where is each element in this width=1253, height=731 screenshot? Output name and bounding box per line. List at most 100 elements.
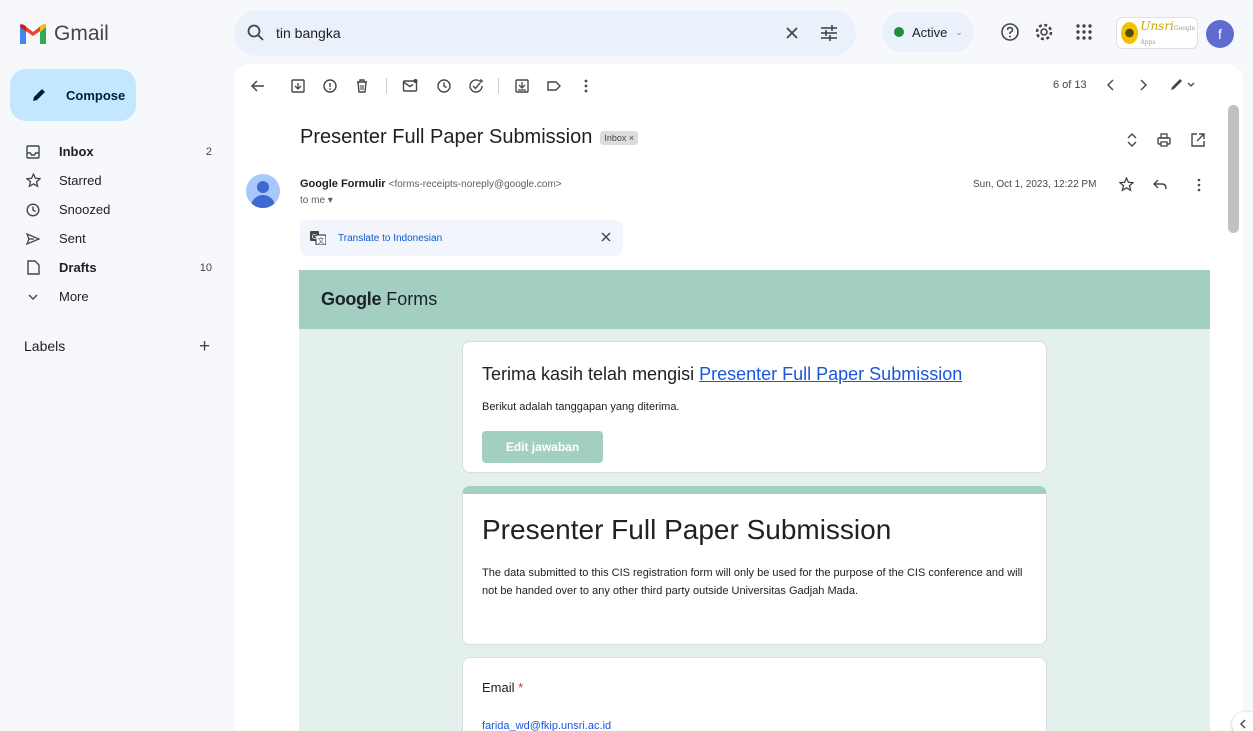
translate-bar: 文G Translate to Indonesian: [300, 220, 623, 256]
drafts-count: 10: [199, 261, 212, 274]
edit-response-button[interactable]: Edit jawaban: [482, 431, 603, 463]
svg-text:G: G: [312, 233, 317, 241]
translate-link[interactable]: Translate to Indonesian: [338, 233, 442, 244]
confirmation-card: Terima kasih telah mengisi Presenter Ful…: [462, 341, 1047, 473]
close-icon[interactable]: [782, 23, 802, 43]
sidebar-item-inbox[interactable]: Inbox 2: [0, 137, 234, 166]
compose-label: Compose: [66, 87, 126, 103]
search-options-icon[interactable]: [818, 22, 840, 44]
sidebar-item-starred[interactable]: Starred: [0, 166, 234, 195]
add-label-button[interactable]: +: [199, 336, 210, 358]
org-logo-text: Unsri: [1140, 19, 1174, 33]
organization-logo[interactable]: UnsriGoogle Apps: [1116, 17, 1198, 49]
sidebar-item-label: Snoozed: [59, 202, 111, 217]
more-vert-icon[interactable]: [578, 78, 594, 94]
sidebar-item-label: Starred: [59, 173, 102, 188]
sidebar-item-snoozed[interactable]: Snoozed: [0, 195, 234, 224]
expand-all-icon[interactable]: [1124, 132, 1140, 148]
print-icon[interactable]: [1156, 132, 1172, 148]
more-vert-icon[interactable]: [1192, 177, 1206, 193]
sender-name[interactable]: Google Formulir: [300, 178, 386, 190]
chevron-down-icon: [25, 289, 41, 305]
add-task-icon[interactable]: [468, 78, 484, 94]
close-icon[interactable]: [599, 230, 613, 244]
sidebar-item-drafts[interactable]: Drafts 10: [0, 253, 234, 282]
back-arrow-icon[interactable]: [250, 78, 266, 94]
gear-icon[interactable]: [1034, 22, 1054, 42]
toolbar-divider: [498, 78, 499, 94]
reply-icon[interactable]: [1152, 178, 1168, 192]
form-link[interactable]: Presenter Full Paper Submission: [699, 364, 962, 384]
apps-grid-icon[interactable]: [1074, 22, 1094, 42]
clock-icon: [25, 202, 41, 218]
search-bar[interactable]: [234, 10, 856, 56]
account-avatar[interactable]: f: [1206, 20, 1234, 48]
star-icon: [25, 173, 41, 189]
search-input[interactable]: [276, 20, 756, 46]
sender-info: Google Formulir <forms-receipts-noreply@…: [300, 178, 562, 190]
label-icon[interactable]: [546, 78, 562, 94]
help-icon[interactable]: [1000, 22, 1020, 42]
scrollbar-thumb[interactable]: [1228, 105, 1239, 233]
sun-logo-icon: [1121, 22, 1139, 44]
draft-icon: [25, 260, 41, 276]
compose-button[interactable]: Compose: [10, 69, 136, 121]
sender-avatar[interactable]: [246, 174, 280, 208]
gmail-m-icon: [20, 24, 46, 44]
subject-text: Presenter Full Paper Submission: [300, 126, 593, 148]
chevron-left-icon: [1240, 719, 1246, 729]
google-forms-header: Google Forms: [299, 270, 1210, 329]
status-dropdown[interactable]: Active ⌄: [882, 12, 974, 52]
chevron-left-icon[interactable]: [1104, 78, 1118, 92]
mark-unread-icon[interactable]: [402, 78, 418, 94]
pager-count: 6 of 13: [1053, 79, 1087, 91]
send-icon: [25, 231, 41, 247]
input-tools-icon[interactable]: [1169, 78, 1197, 92]
inbox-label-chip[interactable]: Inbox ×: [600, 130, 639, 145]
email-question-label: Email *: [482, 680, 524, 695]
sidebar-item-label: Inbox: [59, 144, 94, 159]
email-date: Sun, Oct 1, 2023, 12:22 PM: [973, 179, 1097, 190]
report-spam-icon[interactable]: [322, 78, 338, 94]
archive-icon[interactable]: [290, 78, 306, 94]
move-to-icon[interactable]: [514, 78, 530, 94]
message-toolbar: 6 of 13: [234, 64, 1243, 108]
search-icon[interactable]: [246, 23, 266, 43]
form-title: Presenter Full Paper Submission: [482, 514, 892, 545]
sidebar-item-more[interactable]: More: [0, 282, 234, 311]
recipient-details-toggle[interactable]: to me ▾: [300, 195, 333, 206]
app-name: Gmail: [54, 22, 109, 45]
toolbar-divider: [386, 78, 387, 94]
form-description: The data submitted to this CIS registrat…: [482, 567, 1023, 597]
chevron-down-icon: ⌄: [955, 26, 963, 37]
unread-count: 2: [205, 145, 212, 158]
gmail-logo[interactable]: Gmail: [20, 22, 109, 46]
sender-address: <forms-receipts-noreply@google.com>: [388, 179, 562, 190]
sidebar-nav: Inbox 2 Starred Snoozed Sent Drafts 10 M…: [0, 137, 234, 311]
email-answer[interactable]: farida_wd@fkip.unsri.ac.id: [482, 720, 611, 731]
translate-icon: 文G: [310, 231, 326, 245]
open-new-window-icon[interactable]: [1190, 132, 1206, 148]
side-panel-toggle[interactable]: [1232, 712, 1253, 731]
trash-icon[interactable]: [354, 78, 370, 94]
status-label: Active: [912, 24, 948, 40]
confirmation-subtext: Berikut adalah tanggapan yang diterima.: [482, 401, 680, 413]
pencil-icon: [33, 89, 45, 101]
sidebar-item-label: Drafts: [59, 260, 97, 275]
inbox-icon: [25, 144, 41, 160]
sidebar-item-label: Sent: [59, 231, 86, 246]
sidebar-item-label: More: [59, 289, 89, 304]
labels-heading: Labels: [24, 338, 66, 354]
required-marker: *: [518, 680, 524, 695]
status-dot: [894, 27, 904, 37]
chevron-right-icon[interactable]: [1136, 78, 1150, 92]
confirmation-heading: Terima kasih telah mengisi Presenter Ful…: [482, 364, 963, 384]
snooze-icon[interactable]: [436, 78, 452, 94]
email-question-card: Email * farida_wd@fkip.unsri.ac.id: [462, 657, 1047, 731]
google-forms-logo: Google Forms: [321, 289, 438, 309]
sidebar-item-sent[interactable]: Sent: [0, 224, 234, 253]
star-icon[interactable]: [1119, 177, 1134, 192]
form-title-card: Presenter Full Paper Submission The data…: [462, 486, 1047, 645]
svg-text:文: 文: [318, 236, 325, 245]
email-subject: Presenter Full Paper Submission Inbox ×: [300, 126, 639, 149]
